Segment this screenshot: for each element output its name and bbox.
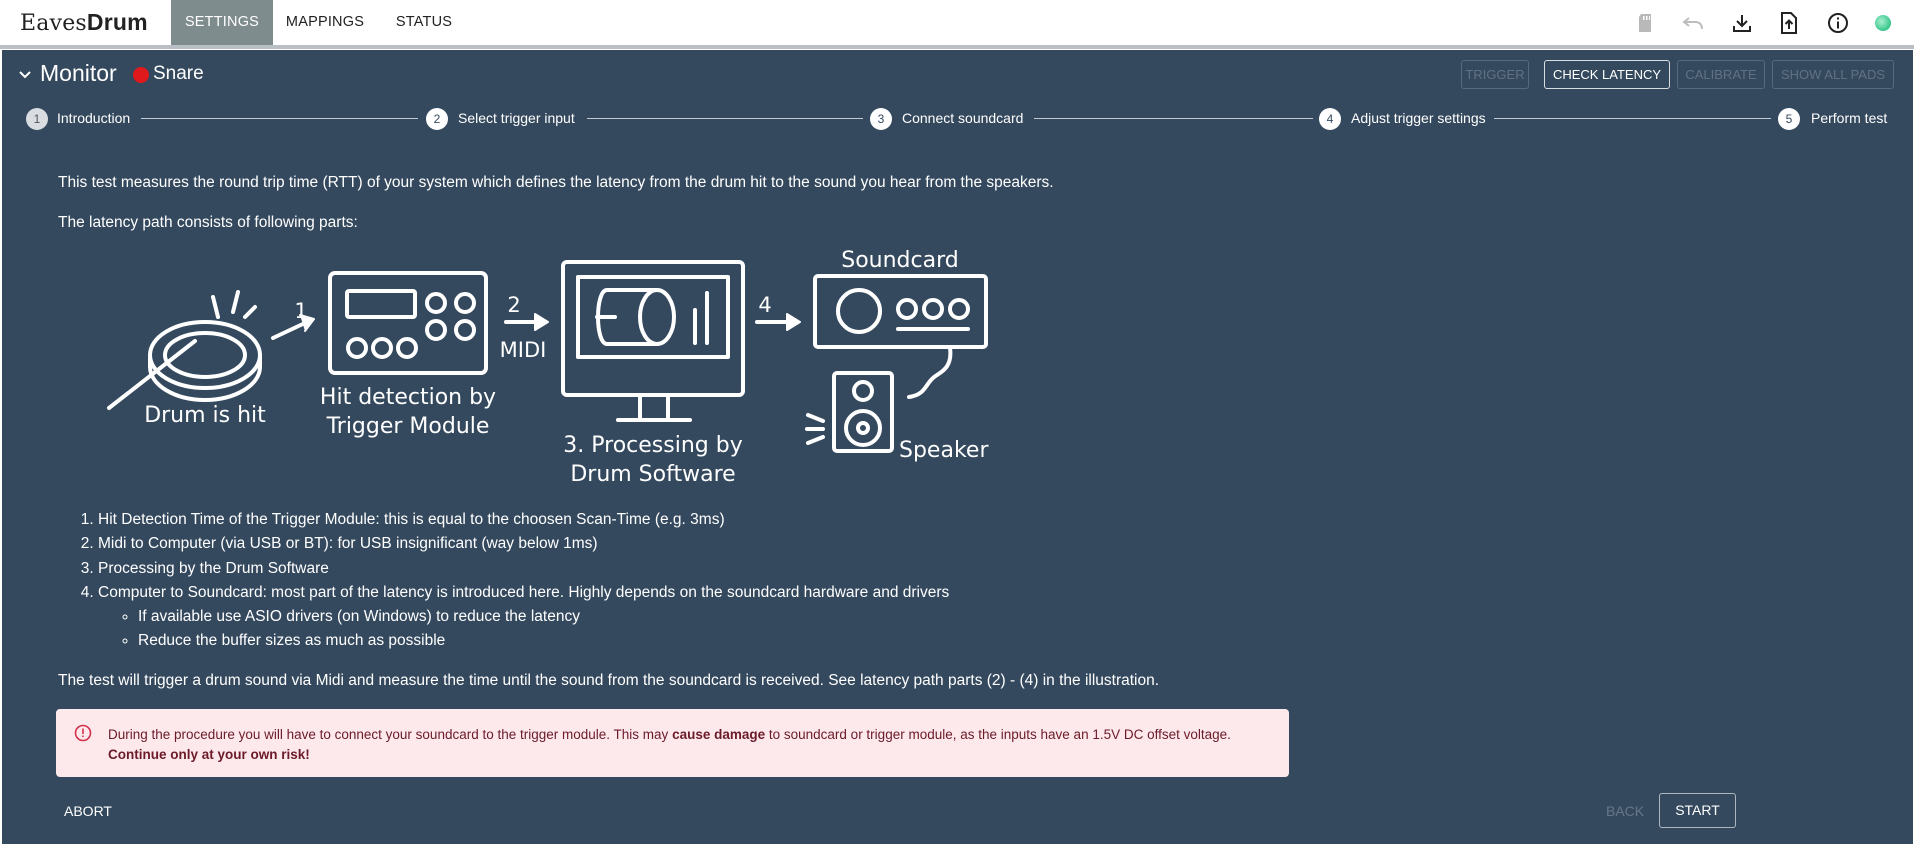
diagram-processing-label-2: Drum Software (570, 462, 735, 487)
info-icon[interactable] (1825, 10, 1851, 36)
trigger-module-icon (328, 271, 488, 375)
start-button[interactable]: START (1659, 793, 1736, 828)
list-item: Computer to Soundcard: most part of the … (98, 581, 949, 654)
error-icon (74, 724, 92, 745)
app-logo: EavesDrum (20, 9, 148, 36)
step-5-label: Perform test (1811, 110, 1888, 126)
latency-parts-list: Hit Detection Time of the Trigger Module… (98, 508, 949, 654)
speaker-icon (805, 371, 894, 453)
step-3-label: Connect soundcard (902, 110, 1024, 126)
download-icon[interactable] (1729, 10, 1755, 36)
damage-warning-alert: During the procedure you will have to co… (56, 709, 1289, 777)
tab-settings[interactable]: SETTINGS (171, 0, 273, 45)
back-button[interactable]: BACK (1606, 803, 1644, 819)
top-app-bar: EavesDrum SETTINGS MAPPINGS STATUS (0, 0, 1914, 45)
diagram-module-label-2: Trigger Module (326, 414, 490, 439)
tab-status[interactable]: STATUS (384, 0, 464, 45)
list-item-text: Computer to Soundcard: most part of the … (98, 583, 950, 601)
alert-text-bold: cause damage (672, 727, 766, 742)
show-all-pads-button[interactable]: SHOW ALL PADS (1772, 60, 1894, 89)
step-4-label: Adjust trigger settings (1351, 110, 1486, 126)
trigger-button[interactable]: TRIGGER (1461, 60, 1529, 89)
latency-path-diagram: 1 Drum is hit Hit detection by Trigger M… (107, 248, 989, 487)
monitor-title: Monitor (40, 60, 117, 86)
step-connector (1494, 118, 1771, 119)
alert-message: During the procedure you will have to co… (108, 727, 1231, 742)
undo-icon[interactable] (1680, 10, 1706, 36)
step-1-number: 1 (26, 108, 48, 130)
list-item: Midi to Computer (via USB or BT): for US… (98, 532, 949, 556)
check-latency-button[interactable]: CHECK LATENCY (1544, 60, 1670, 89)
chevron-down-icon[interactable] (18, 67, 32, 85)
diagram-module-label-1: Hit detection by (320, 385, 496, 410)
diagram-processing-label-1: 3. Processing by (563, 433, 742, 458)
diagram-step-4: 4 (758, 293, 771, 317)
intro-text: This test measures the round trip time (… (58, 174, 1054, 191)
diagram-midi-label: MIDI (500, 338, 547, 362)
pad-color-indicator (133, 67, 149, 83)
drum-icon (107, 290, 262, 410)
top-bar-divider (0, 45, 1914, 49)
path-intro-text: The latency path consists of following p… (58, 214, 358, 231)
step-1-label: Introduction (57, 110, 131, 126)
step-connector (1034, 118, 1313, 119)
computer-monitor-icon (561, 260, 745, 422)
calibrate-button[interactable]: CALIBRATE (1677, 60, 1765, 89)
step-connector (587, 118, 863, 119)
connection-status-icon (1870, 10, 1896, 36)
soundcard-icon (813, 274, 988, 399)
alert-text-before: During the procedure you will have to co… (108, 727, 673, 742)
step-2-label: Select trigger input (458, 110, 575, 126)
upload-file-icon[interactable] (1776, 10, 1802, 36)
logo-bold-text: Drum (86, 9, 148, 35)
step-4-number: 4 (1319, 108, 1341, 130)
pad-name: Snare (153, 63, 204, 84)
step-connector (141, 118, 418, 119)
step-5-number: 5 (1778, 108, 1800, 130)
list-item: Reduce the buffer sizes as much as possi… (138, 629, 949, 653)
diagram-soundcard-label: Soundcard (841, 248, 958, 273)
diagram-drum-label: Drum is hit (144, 403, 266, 428)
latency-tips-list: If available use ASIO drivers (on Window… (98, 605, 949, 654)
abort-button[interactable]: ABORT (64, 803, 112, 819)
tab-mappings[interactable]: MAPPINGS (278, 0, 372, 45)
list-item: If available use ASIO drivers (on Window… (138, 605, 949, 629)
list-item: Processing by the Drum Software (98, 557, 949, 581)
step-2-number: 2 (426, 108, 448, 130)
logo-light-text: Eaves (20, 11, 87, 36)
alert-warning: Continue only at your own risk! (108, 747, 310, 762)
step-3-number: 3 (870, 108, 892, 130)
list-item: Hit Detection Time of the Trigger Module… (98, 508, 949, 532)
diagram-step-2: 2 (507, 293, 520, 317)
alert-text-after: to soundcard or trigger module, as the i… (765, 727, 1231, 742)
diagram-step-1: 1 (294, 299, 307, 323)
diagram-speaker-label: Speaker (899, 438, 989, 463)
sd-card-icon[interactable] (1632, 10, 1658, 36)
test-description: The test will trigger a drum sound via M… (58, 672, 1160, 689)
